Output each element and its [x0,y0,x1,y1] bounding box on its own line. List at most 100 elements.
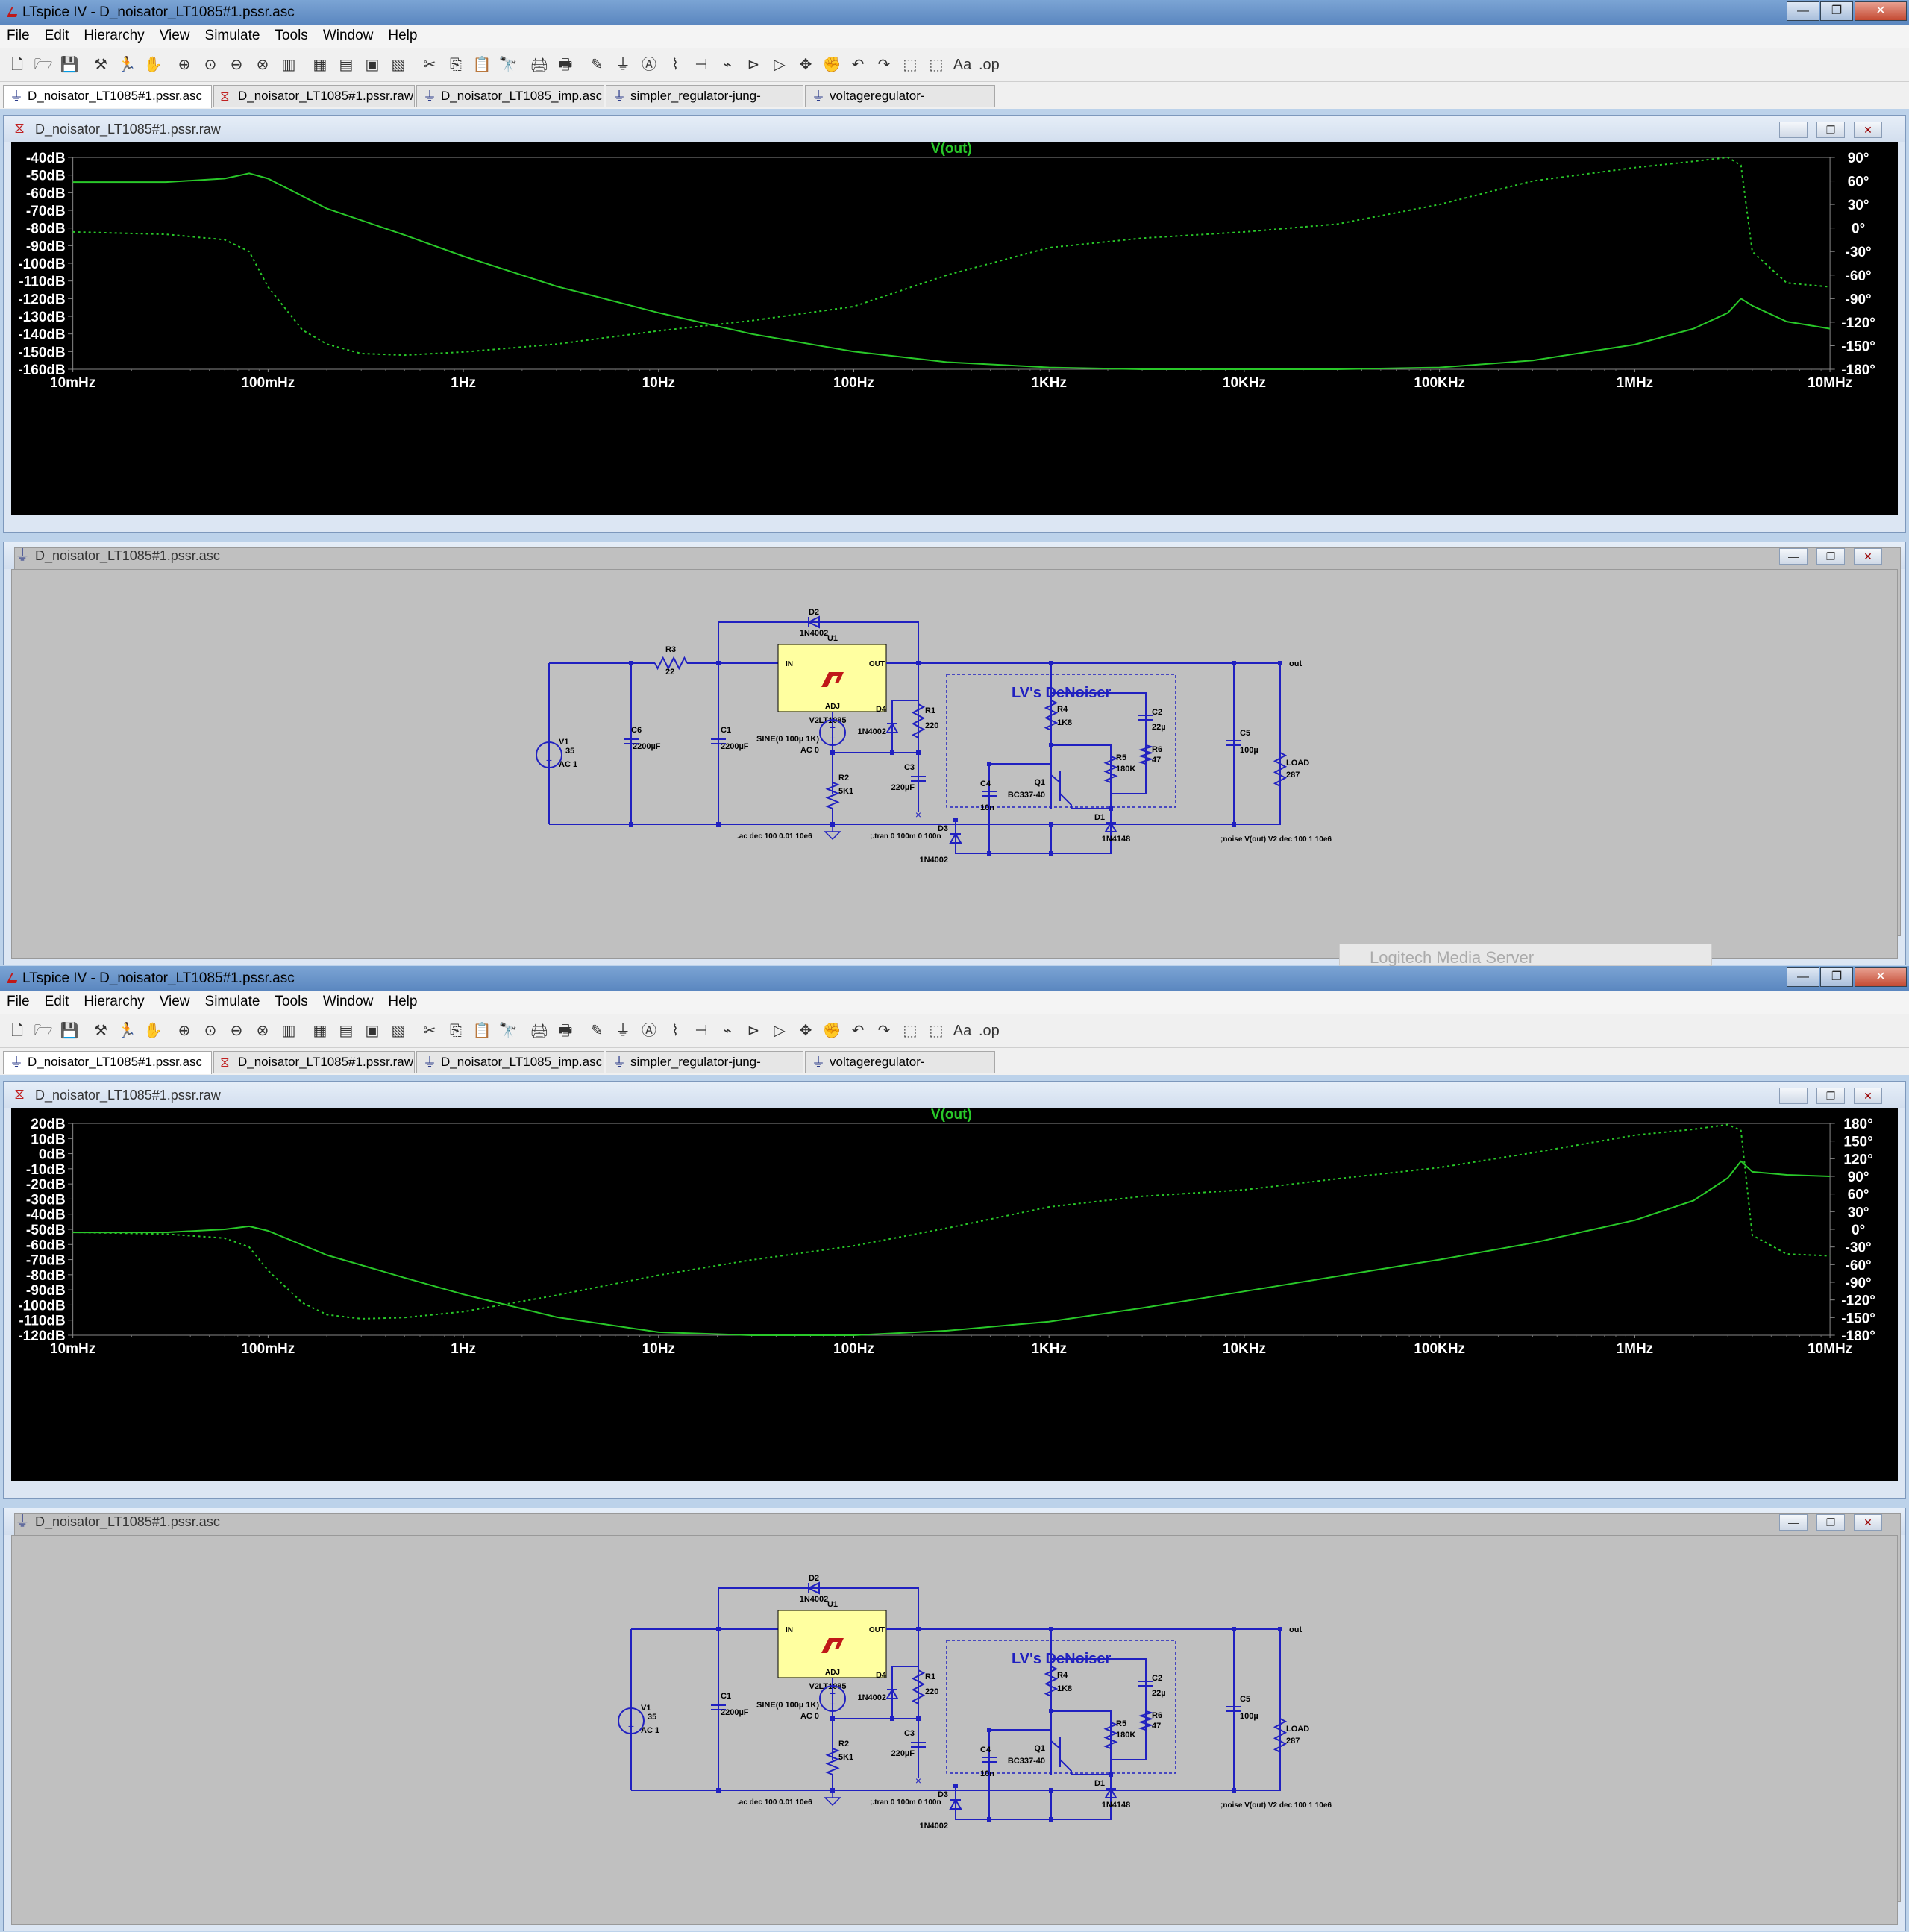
find-icon[interactable]: 🔭 [498,55,518,75]
paste-icon[interactable]: 📋 [472,55,492,75]
spice-directive-icon[interactable]: .op [979,55,1000,75]
print-setup-icon[interactable]: 🖨 [530,55,549,75]
diode-icon[interactable]: ⊳ [744,1021,763,1041]
mirror-icon[interactable]: ⬚ [927,55,946,75]
tile-vertical-icon[interactable]: ▧ [389,55,408,75]
tile-horizontal-icon[interactable]: ▤ [336,1021,356,1041]
pane-minimize-button[interactable]: — [1779,548,1808,565]
component-icon[interactable]: ▷ [770,55,789,75]
resistor-icon[interactable]: ⌇ [665,55,685,75]
move-icon[interactable]: ✥ [796,1021,815,1041]
new-schematic-icon[interactable]: 🗋 [7,55,27,75]
print-icon[interactable]: 🖶 [556,1021,575,1041]
tab-3[interactable]: ⏚ D_noisator_LT1085_imp.asc [416,1051,604,1073]
print-icon[interactable]: 🖶 [556,55,575,75]
run-icon[interactable]: 🏃 [117,55,137,75]
open-icon[interactable]: 🗁 [34,55,53,75]
save-icon[interactable]: 💾 [60,1021,79,1041]
resistor-icon[interactable]: ⌇ [665,1021,685,1041]
menu-window[interactable]: Window [316,25,382,44]
menu-simulate[interactable]: Simulate [198,25,269,44]
pane-maximize-button[interactable]: ❐ [1816,1088,1845,1104]
copy-icon[interactable]: ⎘ [446,1021,466,1041]
undo-icon[interactable]: ↶ [848,55,868,75]
ground-icon[interactable]: ⏚ [613,1021,633,1041]
tab-4[interactable]: ⏚simpler_regulator-jung-30v.asc [606,85,803,124]
schematic-canvas[interactable]: + − V1 35 AC 1 C1 2200µF D2 1N4002 IN OUT ADJ U1 LT10… [11,1535,1898,1925]
spice-directive-icon[interactable]: .op [979,1021,1000,1041]
tab-1[interactable]: ⏚ D_noisator_LT1085#1.pssr.asc [3,85,212,108]
paste-icon[interactable]: 📋 [472,1021,492,1041]
menu-hierarchy[interactable]: Hierarchy [77,25,152,44]
waveform-plot[interactable]: V(out) -40dB -50dB -60dB -70dB -80dB -90dB -100… [11,141,1898,515]
zoom-in-icon[interactable]: ⊕ [175,55,194,75]
minimize-button[interactable]: — [1787,1,1819,21]
zoom-out-icon[interactable]: ⊖ [227,1021,246,1041]
find-icon[interactable]: 🔭 [498,1021,518,1041]
print-setup-icon[interactable]: 🖨 [530,1021,549,1041]
pane-close-button[interactable]: ✕ [1854,122,1882,138]
menu-hierarchy[interactable]: Hierarchy [77,991,152,1010]
redo-icon[interactable]: ↷ [874,1021,894,1041]
menu-file[interactable]: File [0,25,38,44]
zoom-pan-icon[interactable]: ⊙ [201,55,220,75]
wire-icon[interactable]: ✎ [587,55,606,75]
cut-icon[interactable]: ✂ [420,55,439,75]
drag-icon[interactable]: ✊ [822,1021,841,1041]
pane-close-button[interactable]: ✕ [1854,548,1882,565]
tab-3[interactable]: ⏚ D_noisator_LT1085_imp.asc [416,85,604,107]
menu-tools[interactable]: Tools [268,991,316,1010]
zoom-fit-icon[interactable]: ⊗ [253,1021,272,1041]
run-icon[interactable]: 🏃 [117,1021,137,1041]
pane-minimize-button[interactable]: — [1779,122,1808,138]
grid-icon[interactable]: ▦ [310,55,330,75]
zoom-out-icon[interactable]: ⊖ [227,55,246,75]
tab-1[interactable]: ⏚ D_noisator_LT1085#1.pssr.asc [3,1051,212,1074]
undo-icon[interactable]: ↶ [848,1021,868,1041]
restore-button[interactable]: ❐ [1820,1,1853,21]
menu-view[interactable]: View [153,25,198,44]
menu-edit[interactable]: Edit [38,25,78,44]
text-icon[interactable]: Aa [953,55,972,75]
waveform-plot[interactable]: V(out) 20dB 10dB 0dB -10dB -20dB -30dB -40dB -50… [11,1107,1898,1481]
pane-maximize-button[interactable]: ❐ [1816,122,1845,138]
rotate-icon[interactable]: ⬚ [900,1021,920,1041]
tab-2[interactable]: ⧖ D_noisator_LT1085#1.pssr.raw [213,1051,415,1073]
schematic-svg[interactable]: +−V135AC 1C12200µFD21N4002IN OUTADJU1LT10… [12,1536,1899,1925]
ground-icon[interactable]: ⏚ [613,55,633,75]
rotate-icon[interactable]: ⬚ [900,55,920,75]
pane-minimize-button[interactable]: — [1779,1514,1808,1531]
bode-plot-svg[interactable]: V(out) 20dB10dB0dB-10dB-20dB-30dB-40dB-50… [11,1107,1898,1481]
label-icon[interactable]: Ⓐ [639,55,659,75]
halt-icon[interactable]: ✋ [143,1021,163,1041]
cascade-icon[interactable]: ▣ [363,1021,382,1041]
restore-button[interactable]: ❐ [1820,967,1853,987]
inductor-icon[interactable]: ⌁ [718,55,737,75]
tile-vertical-icon[interactable]: ▧ [389,1021,408,1041]
capacitor-icon[interactable]: ⊣ [692,1021,711,1041]
pane-maximize-button[interactable]: ❐ [1816,1514,1845,1531]
zoom-fit-icon[interactable]: ⊗ [253,55,272,75]
tab-5[interactable]: ⏚voltageregulator-jung_psrr.asc [805,85,995,124]
redo-icon[interactable]: ↷ [874,55,894,75]
bode-plot-svg[interactable]: V(out) -40dB -50dB -60dB -70dB -80dB -90dB -100… [11,141,1898,515]
menu-help[interactable]: Help [381,25,425,44]
menu-edit[interactable]: Edit [38,991,78,1010]
capacitor-icon[interactable]: ⊣ [692,55,711,75]
mirror-icon[interactable]: ⬚ [927,1021,946,1041]
menu-view[interactable]: View [153,991,198,1010]
zoom-pan-icon[interactable]: ⊙ [201,1021,220,1041]
wire-icon[interactable]: ✎ [587,1021,606,1041]
menu-file[interactable]: File [0,991,38,1010]
open-icon[interactable]: 🗁 [34,1021,53,1041]
cascade-icon[interactable]: ▣ [363,55,382,75]
tab-2[interactable]: ⧖ D_noisator_LT1085#1.pssr.raw [213,85,415,107]
halt-icon[interactable]: ✋ [143,55,163,75]
copy-icon[interactable]: ⎘ [446,55,466,75]
autorange-icon[interactable]: ▥ [279,1021,298,1041]
menu-window[interactable]: Window [316,991,382,1010]
tile-horizontal-icon[interactable]: ▤ [336,55,356,75]
menu-tools[interactable]: Tools [268,25,316,44]
label-icon[interactable]: Ⓐ [639,1021,659,1041]
drag-icon[interactable]: ✊ [822,55,841,75]
